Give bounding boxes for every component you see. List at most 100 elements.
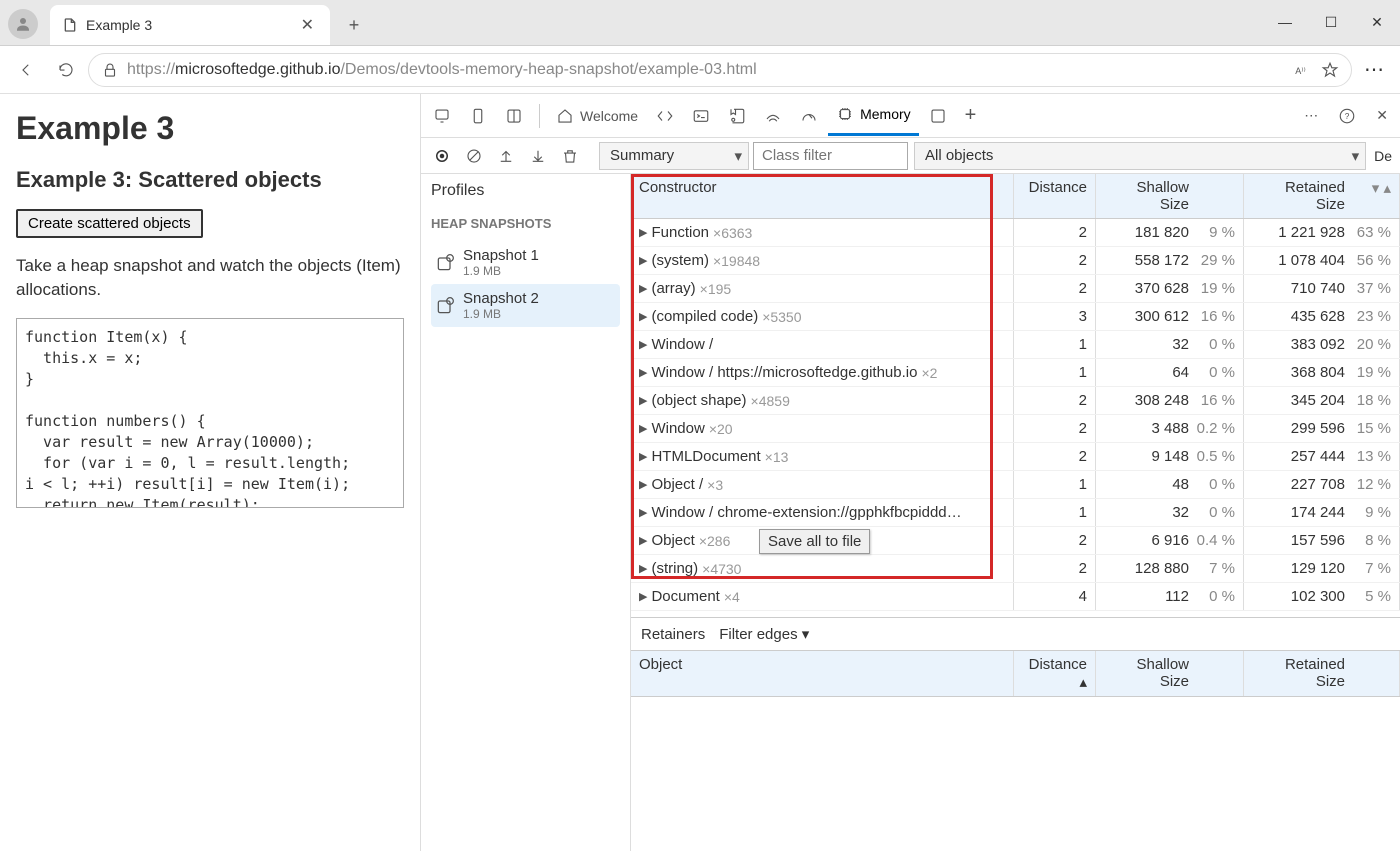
refresh-button[interactable] (48, 52, 84, 88)
table-row[interactable]: ▶ Document ×441120 %102 3005 % (631, 583, 1400, 611)
expand-icon[interactable]: ▶ (639, 506, 647, 519)
clear-icon[interactable] (461, 143, 487, 169)
col-retained[interactable]: Retained Size▾ ▴ (1244, 174, 1400, 218)
table-row[interactable]: ▶ Window / https://microsoftedge.github.… (631, 359, 1400, 387)
tab-network-icon[interactable] (756, 97, 790, 135)
dock-icon[interactable] (497, 97, 531, 135)
tab-performance-icon[interactable] (792, 97, 826, 135)
table-row[interactable]: ▶ Object ×28626 9160.4 %157 5968 % (631, 527, 1400, 555)
class-filter-input[interactable] (753, 142, 908, 170)
close-window-button[interactable]: ✕ (1354, 0, 1400, 45)
devtools-help-icon[interactable]: ? (1330, 97, 1364, 135)
close-tab-icon[interactable]: ✕ (297, 13, 318, 37)
filter-dropdown[interactable]: All objects (914, 142, 1366, 170)
distance-value: 4 (1014, 583, 1096, 610)
tab-sources-icon[interactable] (720, 97, 754, 135)
browser-tab[interactable]: Example 3 ✕ (50, 5, 330, 45)
col-distance[interactable]: Distance (1014, 174, 1096, 218)
download-icon[interactable] (525, 143, 551, 169)
snapshot-item[interactable]: Snapshot 21.9 MB (431, 284, 620, 327)
tab-console-icon[interactable] (684, 97, 718, 135)
shallow-pct: 0 % (1189, 336, 1235, 353)
favorite-icon[interactable] (1321, 61, 1339, 79)
distance-value: 2 (1014, 387, 1096, 414)
devtools-more-icon[interactable]: ⋯ (1296, 97, 1326, 135)
svg-text:A⁾⁾: A⁾⁾ (1295, 65, 1305, 75)
record-icon[interactable] (429, 143, 455, 169)
distance-value: 2 (1014, 247, 1096, 274)
snapshot-item[interactable]: Snapshot 11.9 MB (431, 241, 620, 284)
expand-icon[interactable]: ▶ (639, 562, 647, 575)
table-row[interactable]: ▶ Object / ×31480 %227 70812 % (631, 471, 1400, 499)
expand-icon[interactable]: ▶ (639, 226, 647, 239)
constructor-name: Object / (651, 476, 703, 493)
constructor-name: Window / https://microsoftedge.github.io (651, 364, 917, 381)
delete-button[interactable]: De (1366, 148, 1400, 164)
expand-icon[interactable]: ▶ (639, 394, 647, 407)
lock-icon (101, 61, 119, 79)
table-row[interactable]: ▶ Window / 1320 %383 09220 % (631, 331, 1400, 359)
col-shallow-retainer[interactable]: Shallow Size (1096, 651, 1244, 696)
expand-icon[interactable]: ▶ (639, 534, 647, 547)
expand-icon[interactable]: ▶ (639, 450, 647, 463)
maximize-button[interactable]: ☐ (1308, 0, 1354, 45)
shallow-value: 128 880 (1104, 560, 1189, 577)
minimize-button[interactable]: — (1262, 0, 1308, 45)
menu-button[interactable]: ⋯ (1356, 52, 1392, 88)
devtools-tabs: Welcome Memory + ⋯ ? ✕ (421, 94, 1400, 138)
tab-memory[interactable]: Memory (828, 95, 919, 136)
expand-icon[interactable]: ▶ (639, 310, 647, 323)
table-row[interactable]: ▶ (system) ×198482558 17229 %1 078 40456… (631, 247, 1400, 275)
expand-icon[interactable]: ▶ (639, 590, 647, 603)
devtools-close-icon[interactable]: ✕ (1368, 97, 1396, 135)
table-row[interactable]: ▶ HTMLDocument ×1329 1480.5 %257 44413 % (631, 443, 1400, 471)
gc-icon[interactable] (557, 143, 583, 169)
tab-add-icon[interactable]: + (957, 94, 985, 137)
view-dropdown[interactable]: Summary (599, 142, 749, 170)
expand-icon[interactable]: ▶ (639, 366, 647, 379)
col-retained-retainer[interactable]: Retained Size (1244, 651, 1400, 696)
shallow-pct: 16 % (1189, 392, 1235, 409)
profile-avatar[interactable] (8, 9, 38, 39)
expand-icon[interactable]: ▶ (639, 282, 647, 295)
table-row[interactable]: ▶ Window / chrome-extension://gpphkfbcpi… (631, 499, 1400, 527)
create-objects-button[interactable]: Create scattered objects (16, 209, 203, 238)
col-object[interactable]: Object (631, 651, 1014, 696)
table-row[interactable]: ▶ (array) ×1952370 62819 %710 74037 % (631, 275, 1400, 303)
expand-icon[interactable]: ▶ (639, 338, 647, 351)
profiles-header: Profiles (431, 182, 620, 200)
constructor-name: Object (651, 532, 694, 549)
table-row[interactable]: ▶ (object shape) ×48592308 24816 %345 20… (631, 387, 1400, 415)
instance-count: ×13 (765, 449, 789, 465)
expand-icon[interactable]: ▶ (639, 478, 647, 491)
device-icon[interactable] (461, 97, 495, 135)
expand-icon[interactable]: ▶ (639, 422, 647, 435)
table-row[interactable]: ▶ Function ×63632181 8209 %1 221 92863 % (631, 219, 1400, 247)
retained-value: 299 596 (1252, 420, 1345, 437)
tab-elements-icon[interactable] (648, 97, 682, 135)
expand-icon[interactable]: ▶ (639, 254, 647, 267)
retained-value: 710 740 (1252, 280, 1345, 297)
back-button[interactable] (8, 52, 44, 88)
code-box[interactable]: function Item(x) { this.x = x; } functio… (16, 318, 404, 508)
inspect-icon[interactable] (425, 97, 459, 135)
col-distance-retainer[interactable]: Distance ▴ (1014, 651, 1096, 696)
constructor-name: (string) (651, 560, 698, 577)
table-row[interactable]: ▶ (string) ×47302128 8807 %129 1207 % (631, 555, 1400, 583)
retained-pct: 37 % (1345, 280, 1391, 297)
new-tab-button[interactable]: + (336, 7, 372, 43)
upload-icon[interactable] (493, 143, 519, 169)
address-field[interactable]: https://microsoftedge.github.io/Demos/de… (88, 53, 1352, 87)
retainers-label: Retainers (641, 626, 705, 643)
read-aloud-icon[interactable]: A⁾⁾ (1293, 61, 1311, 79)
titlebar: Example 3 ✕ + — ☐ ✕ (0, 0, 1400, 46)
col-shallow[interactable]: Shallow Size (1096, 174, 1244, 218)
col-constructor[interactable]: Constructor (631, 174, 1014, 218)
table-row[interactable]: ▶ Window ×2023 4880.2 %299 59615 % (631, 415, 1400, 443)
filter-edges-dropdown[interactable]: Filter edges ▾ (719, 625, 809, 643)
tab-application-icon[interactable] (921, 97, 955, 135)
instance-count: ×3 (707, 477, 723, 493)
table-row[interactable]: ▶ (compiled code) ×53503300 61216 %435 6… (631, 303, 1400, 331)
tab-welcome[interactable]: Welcome (548, 97, 646, 135)
snapshot-icon (435, 253, 455, 273)
